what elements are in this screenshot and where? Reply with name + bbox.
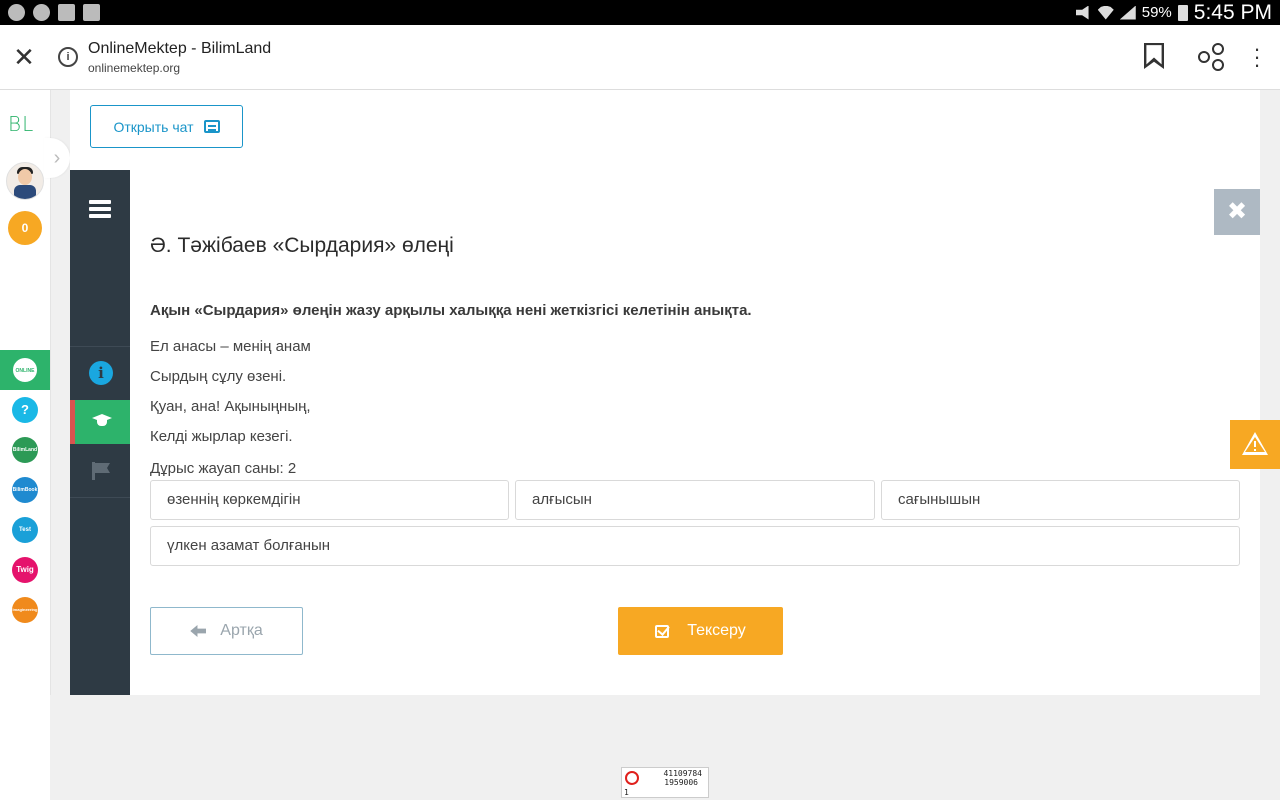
info-icon[interactable]: i [89,361,113,385]
nav-item-tasks[interactable] [70,400,130,444]
test-icon: Test [12,517,38,543]
coins-badge[interactable]: 0 [8,211,42,245]
image-icon [58,4,75,21]
close-icon[interactable]: ✕ [12,44,36,70]
lesson-nav: i [70,170,130,695]
bilimland-icon: BilimLand [12,437,38,463]
status-bar: 59% 5:45 PM [0,0,1280,25]
battery-icon [1177,4,1188,21]
sidebar-item-bilimland[interactable]: BilimLand [0,430,50,470]
back-label: Артқа [220,622,263,639]
sidebar-item-imagineering[interactable]: Imagineering [0,590,50,630]
poem-line: Ел анасы – менің анам [150,338,311,355]
check-button[interactable]: Тексеру [618,607,783,655]
counter-logo-icon [625,771,639,785]
poem: Ел анасы – менің анам Сырдың сұлу өзені.… [150,332,311,452]
chrome-icon [33,4,50,21]
counter-total: 41109784 [663,769,702,778]
bilimbook-icon: BilimBook [12,477,38,503]
report-warning-button[interactable] [1230,420,1280,469]
counter-today: 1959006 [664,778,698,787]
close-lesson-button[interactable]: ✖ [1214,189,1260,235]
answer-option[interactable]: сағынышын [881,480,1240,520]
poem-line: Сырдың сұлу өзені. [150,368,287,385]
chat-icon [203,120,220,133]
twig-icon: Twig [12,557,38,583]
avatar[interactable] [6,162,44,200]
sidebar-item-test[interactable]: Test [0,510,50,550]
bilimland-logo[interactable]: BL [8,112,34,136]
left-sidebar: BL 0 ONLINE MEKTEP ? BilimLand BilimBook… [0,90,51,800]
battery-percent: 59% [1141,4,1172,21]
sidebar-item-help[interactable]: ? [0,390,50,430]
answer-option[interactable]: алғысын [515,480,875,520]
answer-option[interactable]: өзеннің көркемдігін [150,480,509,520]
card-header [70,90,1260,170]
info-icon[interactable]: i [58,47,78,67]
more-vert-icon[interactable]: · · · [1250,38,1264,76]
wifi-icon [1097,5,1114,20]
browser-toolbar: ✕ i OnlineMektep - BilimLand onlinemekte… [0,25,1280,90]
counter-online: 1 [624,788,629,797]
share-icon[interactable] [1198,43,1224,71]
clock: 5:45 PM [1193,0,1272,24]
back-button[interactable]: Артқа [150,607,303,655]
correct-answers-count: Дұрыс жауап саны: 2 [150,460,297,477]
check-label: Тексеру [687,622,746,639]
imagineering-icon: Imagineering [12,597,38,623]
open-chat-button[interactable]: Открыть чат [90,105,243,148]
arrow-left-icon [190,625,207,637]
graduation-cap-icon [92,414,112,428]
help-icon: ? [12,397,38,423]
question-text: Ақын «Сырдария» өлеңін жазу арқылы халық… [150,302,752,319]
check-square-icon [655,624,670,638]
signal-icon [1119,5,1136,20]
open-chat-label: Открыть чат [113,118,194,135]
poem-line: Қуан, ана! Ақыныңның, [150,398,311,415]
lesson-title: Ә. Тәжібаев «Сырдария» өлеңі [150,234,454,257]
file-icon [83,4,100,21]
answer-option[interactable]: үлкен азамат болғанын [150,526,1240,566]
flag-icon[interactable] [92,462,110,480]
bookmark-icon[interactable] [1144,43,1164,69]
chrome-icon [8,4,25,21]
poem-line: Келді жырлар кезегі. [150,428,293,445]
sidebar-item-onlinemektep[interactable]: ONLINE MEKTEP [0,350,50,390]
sidebar-item-bilimbook[interactable]: BilimBook [0,470,50,510]
visit-counter[interactable]: 41109784 1959006 1 [621,767,709,798]
sidebar-toggle-chevron-icon[interactable]: › [44,138,70,178]
page-url: onlinemektep.org [88,61,181,75]
page-title: OnlineMektep - BilimLand [88,40,272,57]
menu-icon[interactable] [89,200,111,204]
mute-icon [1075,5,1089,20]
onlinemektep-icon: ONLINE MEKTEP [12,357,38,383]
sidebar-item-twig[interactable]: Twig [0,550,50,590]
